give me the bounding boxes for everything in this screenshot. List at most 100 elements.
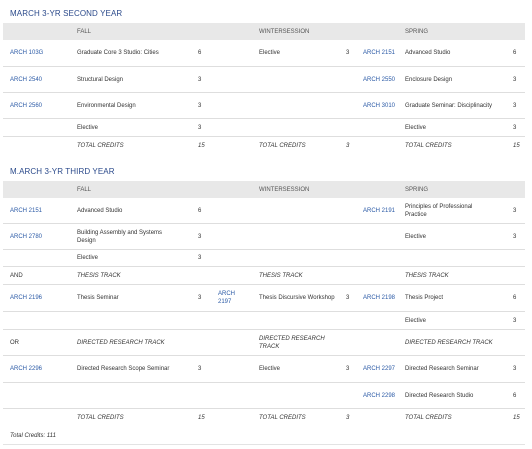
spring-course-code[interactable]: ARCH 2191 [363, 198, 395, 223]
table-header-row: FALL WINTERSESSION SPRING [3, 23, 525, 40]
spring-course-code[interactable]: ARCH 2298 [363, 383, 395, 408]
fall-course-title: Directed Research Scope Seminar [77, 366, 170, 372]
header-fall: FALL [77, 186, 92, 193]
spring-track-label: THESIS TRACK [405, 272, 449, 279]
table-row: ARCH 2196 Thesis Seminar 3 ARCH 2197 The… [3, 285, 525, 312]
fall-credits: 3 [198, 366, 202, 372]
fall-total-label: TOTAL CREDITS [77, 143, 124, 149]
or-connector: OR [10, 339, 19, 346]
table-row: Elective 3 [3, 250, 525, 267]
spring-course-code[interactable]: ARCH 2198 [363, 285, 395, 311]
spring-course-title: Directed Research Seminar [405, 366, 479, 372]
fall-course-code[interactable]: ARCH 2151 [10, 198, 42, 223]
fall-course-title: Advanced Studio [77, 207, 123, 214]
track-label-row: OR DIRECTED RESEARCH TRACK DIRECTED RESE… [3, 330, 525, 356]
fall-course-title: Elective [77, 255, 99, 261]
spring-credits: 6 [513, 295, 517, 301]
section-title-third-year: M.ARCH 3-YR THIRD YEAR [10, 167, 115, 176]
fall-credits: 3 [198, 255, 202, 261]
spring-course-title: Elective [405, 233, 427, 240]
spring-total-credits: 15 [513, 415, 520, 421]
fall-track-label: DIRECTED RESEARCH TRACK [77, 339, 165, 346]
fall-course-title: Graduate Core 3 Studio: Cities [77, 50, 159, 56]
spring-course-title: Enclosure Design [405, 76, 453, 83]
track-label-row: AND THESIS TRACK THESIS TRACK THESIS TRA… [3, 267, 525, 285]
fall-course-title: Elective [77, 124, 99, 131]
fall-course-code[interactable]: ARCH 2296 [10, 356, 42, 382]
winter-track-label: DIRECTED RESEARCH TRACK [259, 335, 325, 350]
winter-credits: 3 [346, 295, 350, 301]
spring-credits: 3 [513, 76, 517, 83]
spring-track-label: DIRECTED RESEARCH TRACK [405, 339, 493, 346]
header-spring: SPRING [405, 28, 429, 35]
spring-course-code[interactable]: ARCH 2550 [363, 67, 395, 92]
winter-course-code[interactable]: ARCH 2197 [218, 285, 248, 311]
spring-course-code[interactable]: ARCH 3010 [363, 93, 395, 118]
fall-course-code[interactable]: ARCH 103G [10, 40, 43, 66]
total-credits-row: TOTAL CREDITS 15 TOTAL CREDITS 3 TOTAL C… [3, 409, 525, 427]
fall-credits: 3 [198, 76, 202, 83]
spring-course-title: Principles of Professional Practice [405, 203, 473, 218]
winter-course-title: Elective [259, 50, 281, 56]
spring-course-code[interactable]: ARCH 2297 [363, 356, 395, 382]
spring-course-title: Elective [405, 124, 427, 131]
fall-total-credits: 15 [198, 415, 205, 421]
fall-track-label: THESIS TRACK [77, 272, 121, 279]
winter-credits: 3 [346, 366, 350, 372]
spring-course-title: Directed Research Studio [405, 392, 474, 399]
spring-credits: 6 [513, 50, 517, 56]
fall-credits: 6 [198, 50, 202, 56]
spring-credits: 3 [513, 317, 517, 324]
winter-course-title: Thesis Discursive Workshop [259, 295, 335, 301]
table-row: Elective 3 Elective 3 [3, 119, 525, 137]
table-row: ARCH 2151 Advanced Studio 6 ARCH 2191 Pr… [3, 198, 525, 224]
fall-course-title: Building Assembly and Systems Design [77, 229, 163, 244]
table-header-row: FALL WINTERSESSION SPRING [3, 181, 525, 198]
total-credits-row: TOTAL CREDITS 15 TOTAL CREDITS 3 TOTAL C… [3, 137, 525, 155]
table-row: ARCH 2298 Directed Research Studio 6 [3, 383, 525, 409]
spring-credits: 6 [513, 392, 517, 399]
spring-credits: 3 [513, 233, 517, 240]
fall-course-code[interactable]: ARCH 2560 [10, 93, 42, 118]
spring-credits: 3 [513, 366, 517, 372]
table-row: ARCH 103G Graduate Core 3 Studio: Cities… [3, 40, 525, 67]
fall-course-code[interactable]: ARCH 2780 [10, 224, 42, 249]
fall-credits: 3 [198, 102, 202, 109]
table-row: ARCH 2296 Directed Research Scope Semina… [3, 356, 525, 383]
spring-credits: 3 [513, 207, 517, 214]
fall-credits: 3 [198, 295, 202, 301]
header-fall: FALL [77, 28, 92, 35]
program-total-credits: Total Credits: 111 [10, 433, 56, 439]
spring-total-label: TOTAL CREDITS [405, 143, 452, 149]
table-row: ARCH 2780 Building Assembly and Systems … [3, 224, 525, 250]
spring-total-label: TOTAL CREDITS [405, 415, 452, 421]
fall-credits: 3 [198, 233, 202, 240]
spring-course-code[interactable]: ARCH 2151 [363, 40, 395, 66]
winter-track-label: THESIS TRACK [259, 272, 303, 279]
winter-total-label: TOTAL CREDITS [259, 143, 306, 149]
winter-total-credits: 3 [346, 143, 350, 149]
spring-course-title: Graduate Seminar: Disciplinacity [405, 102, 493, 109]
winter-total-label: TOTAL CREDITS [259, 415, 306, 421]
fall-course-title: Environmental Design [77, 102, 136, 109]
header-wintersession: WINTERSESSION [259, 28, 310, 35]
table-row: Elective 3 [3, 312, 525, 330]
header-spring: SPRING [405, 186, 429, 193]
table-row: ARCH 2560 Environmental Design 3 ARCH 30… [3, 93, 525, 119]
spring-course-title: Elective [405, 317, 427, 324]
fall-total-credits: 15 [198, 143, 205, 149]
spring-credits: 3 [513, 102, 517, 109]
fall-credits: 3 [198, 124, 202, 131]
winter-credits: 3 [346, 50, 350, 56]
and-connector: AND [10, 272, 23, 279]
spring-course-title: Advanced Studio [405, 50, 451, 56]
header-wintersession: WINTERSESSION [259, 186, 310, 193]
table-row: ARCH 2540 Structural Design 3 ARCH 2550 … [3, 67, 525, 93]
fall-course-title: Structural Design [77, 76, 124, 83]
fall-course-title: Thesis Seminar [77, 295, 119, 301]
fall-course-code[interactable]: ARCH 2540 [10, 67, 42, 92]
section-title-second-year: MARCH 3-YR SECOND YEAR [10, 9, 123, 18]
fall-course-code[interactable]: ARCH 2196 [10, 285, 42, 311]
spring-course-title: Thesis Project [405, 295, 444, 301]
winter-course-title: Elective [259, 366, 281, 372]
